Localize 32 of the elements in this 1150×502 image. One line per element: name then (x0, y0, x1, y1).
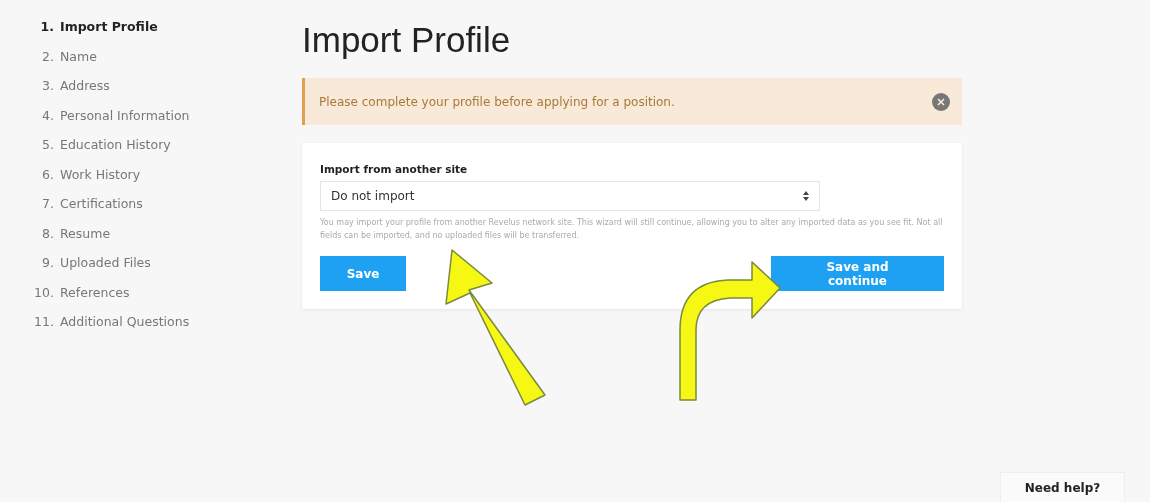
step-link[interactable]: Education History (60, 136, 171, 154)
step-link[interactable]: Certifications (60, 195, 143, 213)
step-number: 5. (41, 136, 54, 154)
help-button[interactable]: Need help? (1000, 472, 1125, 502)
step-link[interactable]: Name (60, 47, 97, 66)
step-link[interactable]: Personal Information (60, 106, 190, 125)
step-link[interactable]: Uploaded Files (60, 254, 151, 272)
step-link[interactable]: References (60, 283, 130, 302)
alert-message: Please complete your profile before applying for a position. (319, 94, 675, 109)
step-link[interactable]: Work History (60, 165, 141, 184)
close-icon[interactable] (932, 92, 950, 111)
step-number: 7. (41, 195, 54, 213)
step-number: 9. (41, 254, 54, 272)
save-button[interactable]: Save (320, 256, 406, 291)
page-title: Import Profile (302, 19, 512, 61)
field-label: Import from another site (320, 163, 469, 175)
step-number: 2. (41, 47, 54, 66)
step-number: 11. (33, 313, 54, 331)
select-field[interactable]: Do not import (320, 181, 820, 211)
step-number: 10. (33, 283, 54, 302)
sort-icon (803, 191, 809, 201)
step-link[interactable]: Additional Questions (60, 313, 190, 331)
save-continue-button[interactable]: Save and continue (771, 256, 944, 291)
step-link[interactable]: Address (60, 77, 110, 95)
step-number: 1. (39, 18, 54, 36)
step-number: 4. (41, 106, 54, 125)
help-text: You may import your profile from another Revelus network site. This wizard will still continue, allowing you to alter any imported data as you see fit. Not all fields can be imported, and no uploaded files will be transferred. (320, 217, 944, 242)
step-number: 8. (41, 224, 54, 243)
step-link[interactable]: Resume (60, 224, 111, 243)
step-link[interactable]: Import Profile (60, 18, 158, 36)
step-number: 6. (41, 165, 54, 184)
step-number: 3. (41, 77, 54, 95)
